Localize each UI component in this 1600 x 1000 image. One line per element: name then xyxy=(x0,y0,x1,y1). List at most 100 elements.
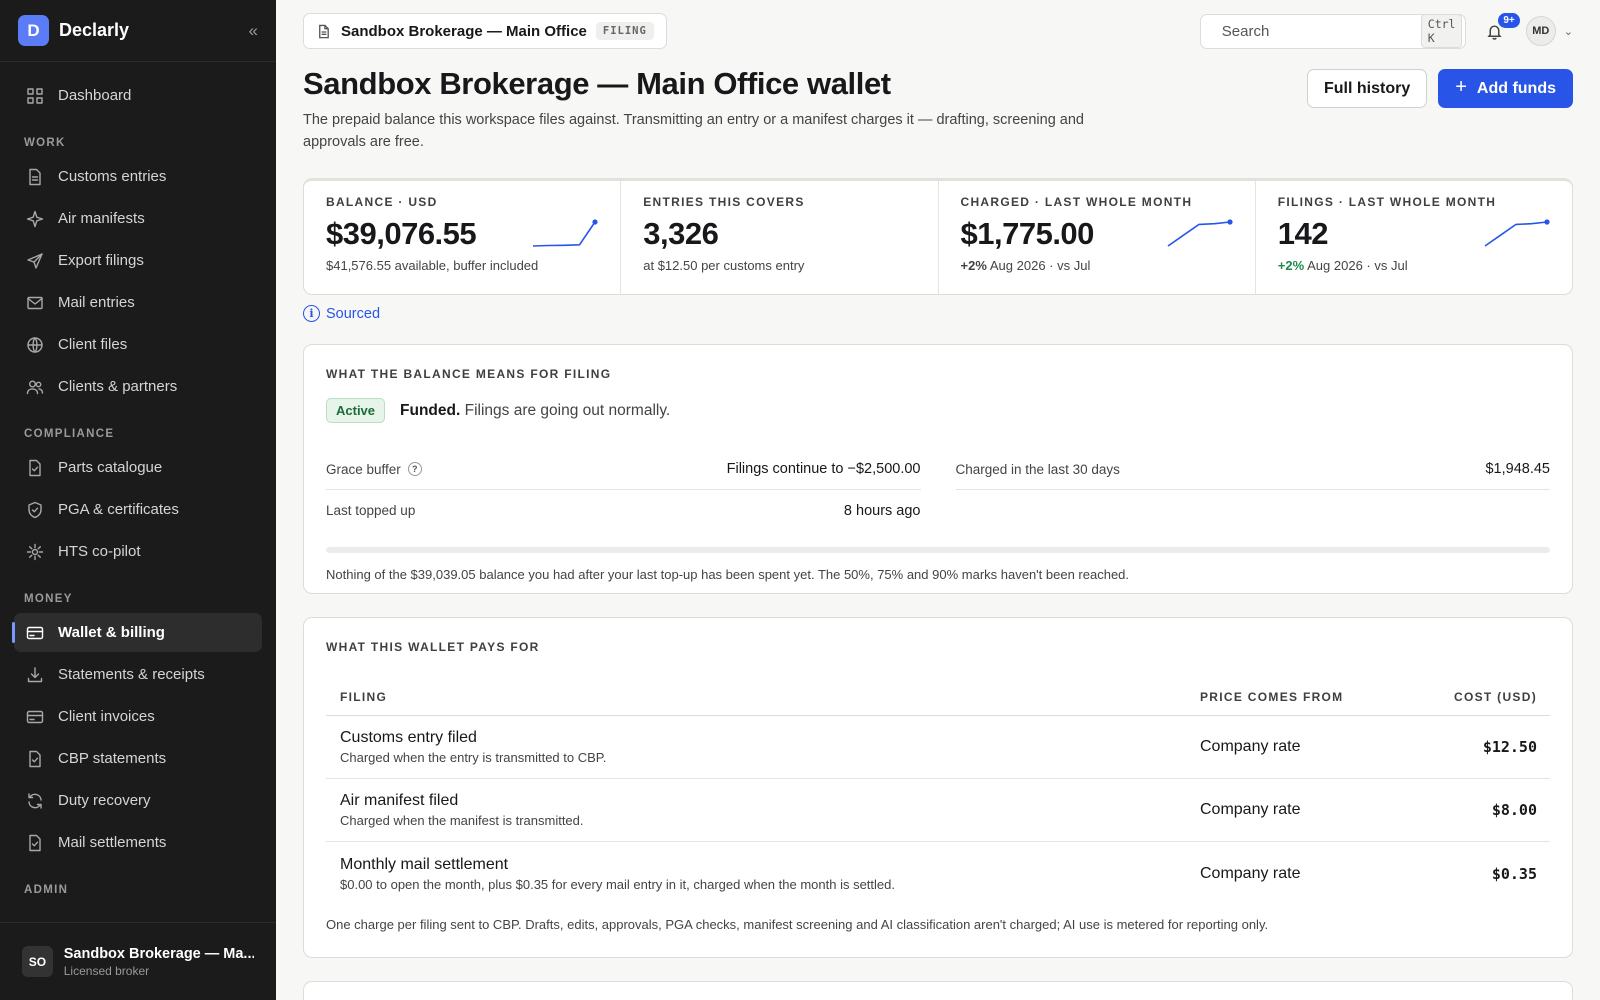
shield-icon xyxy=(26,501,44,519)
workspace-name: Sandbox Brokerage — Main Office xyxy=(341,22,587,40)
stat-label: FILINGS · LAST WHOLE MONTH xyxy=(1277,195,1497,209)
column-header-filing: FILING xyxy=(340,689,388,704)
full-history-button[interactable]: Full history xyxy=(1306,69,1428,108)
chevron-down-icon[interactable]: ⌄ xyxy=(1564,25,1573,38)
send-icon xyxy=(26,252,44,270)
sparkline xyxy=(1484,219,1550,247)
stats-strip: BALANCE · USD $39,076.55 $41,576.55 availa… xyxy=(303,178,1573,295)
sidebar-item-label: Duty recovery xyxy=(58,792,151,809)
sidebar-item-pga-and-certificates[interactable]: PGA & certificates xyxy=(14,490,262,529)
table-row: Customs entry filed Charged when the entr… xyxy=(326,716,1550,779)
workspace-switcher[interactable]: Sandbox Brokerage — Main Office FILING xyxy=(303,13,667,49)
stat-card-filings-last-whole-month: FILINGS · LAST WHOLE MONTH 142 +2% Aug 2026… xyxy=(1256,181,1572,294)
filing-description: Charged when the entry is transmitted to… xyxy=(340,750,607,765)
grace-buffer-row: Grace buffer ? Filings continue to −$2,5… xyxy=(326,449,921,490)
search-input[interactable] xyxy=(1221,22,1421,40)
stat-label: ENTRIES THIS COVERS xyxy=(643,195,805,209)
table-row: Air manifest filed Charged when the manif… xyxy=(326,779,1550,842)
sidebar-item-mail-settlements[interactable]: Mail settlements xyxy=(14,823,262,862)
users-icon xyxy=(26,378,44,396)
add-funds-button[interactable]: + Add funds xyxy=(1438,69,1573,108)
funding-status: Active Funded. Filings are going out nor… xyxy=(326,398,1550,423)
sparkle-icon xyxy=(26,210,44,228)
sidebar-item-export-filings[interactable]: Export filings xyxy=(14,241,262,280)
sidebar-section-work: WORK xyxy=(24,137,66,149)
stat-sub: $41,576.55 available, buffer included xyxy=(326,258,539,273)
sidebar-item-statements-and-receipts[interactable]: Statements & receipts xyxy=(14,655,262,694)
page-description: The prepaid balance this workspace files… xyxy=(303,112,1084,150)
filing-name: Air manifest filed xyxy=(340,792,459,809)
brand-name[interactable]: Declarly xyxy=(59,20,129,41)
account-switcher[interactable]: SO Sandbox Brokerage — Ma... Licensed br… xyxy=(0,922,276,1000)
checklist-icon xyxy=(26,750,44,768)
sparkline-endpoint xyxy=(1544,219,1550,225)
sidebar-item-cbp-statements[interactable]: CBP statements xyxy=(14,739,262,778)
checklist-icon xyxy=(26,834,44,852)
sidebar-item-client-invoices[interactable]: Client invoices xyxy=(14,697,262,736)
info-icon: i xyxy=(303,305,320,322)
sidebar-section-admin: ADMIN xyxy=(24,884,69,896)
stat-label: BALANCE · USD xyxy=(326,195,438,209)
plus-icon: + xyxy=(1455,76,1467,98)
status-badge: Active xyxy=(326,398,386,423)
metrics-left: Grace buffer ? Filings continue to −$2,5… xyxy=(326,449,921,531)
notifications-badge: 9+ xyxy=(1498,13,1520,28)
sidebar-item-mail-entries[interactable]: Mail entries xyxy=(14,283,262,322)
stat-sub: Aug 2026 · vs Jul xyxy=(989,258,1091,273)
sourced-link[interactable]: i Sourced xyxy=(303,305,380,322)
sidebar-item-parts-catalogue[interactable]: Parts catalogue xyxy=(14,448,262,487)
sidebar-item-air-manifests[interactable]: Air manifests xyxy=(14,199,262,238)
last-topped-row: Last topped up 8 hours ago xyxy=(326,490,921,531)
add-funds-label: Add funds xyxy=(1476,79,1556,97)
sparkline-line xyxy=(533,221,596,247)
account-avatar: SO xyxy=(22,946,53,977)
sidebar-item-client-files[interactable]: Client files xyxy=(14,325,262,364)
user-avatar[interactable]: MD xyxy=(1525,16,1556,46)
pays-note: One charge per filing sent to CBP. Draft… xyxy=(326,917,1269,932)
grid-icon xyxy=(26,87,44,105)
search-box[interactable]: Ctrl K xyxy=(1199,13,1466,49)
topbar: Sandbox Brokerage — Main Office FILING C… xyxy=(303,0,1573,62)
sparkline-endpoint xyxy=(592,219,598,225)
filing-cell: Customs entry filed Charged when the entr… xyxy=(326,729,1200,765)
filing-cost: $0.35 xyxy=(1491,864,1537,883)
sparkline xyxy=(533,219,598,247)
brand: D Declarly « xyxy=(0,0,276,62)
filing-name: Customs entry filed xyxy=(340,729,477,746)
sidebar-item-dashboard[interactable]: Dashboard xyxy=(14,76,262,115)
table-body: Customs entry filed Charged when the entr… xyxy=(326,716,1550,905)
sidebar-item-hts-co-pilot[interactable]: HTS co-pilot xyxy=(14,532,262,571)
filing-name: Monthly mail settlement xyxy=(340,855,509,873)
charged-30-days-value: $1,948.45 xyxy=(1485,461,1550,477)
globe-icon xyxy=(26,336,44,354)
sidebar-item-customs-entries[interactable]: Customs entries xyxy=(14,157,262,196)
sidebar-item-label: Clients & partners xyxy=(58,378,178,395)
collapse-sidebar-icon[interactable]: « xyxy=(249,21,258,41)
sidebar-item-wallet-and-billing[interactable]: Wallet & billing xyxy=(12,613,262,652)
stat-subtext: $41,576.55 available, buffer included xyxy=(326,258,598,273)
sidebar: D Declarly « Dashboard WORK Customs entrie… xyxy=(0,0,276,1000)
account-text: Sandbox Brokerage — Ma... Licensed broke… xyxy=(64,946,254,978)
sidebar-item-duty-recovery[interactable]: Duty recovery xyxy=(14,781,262,820)
notifications-button[interactable]: 9+ xyxy=(1480,13,1520,46)
main-content: Sandbox Brokerage — Main Office FILING C… xyxy=(276,0,1600,1000)
page-title: Sandbox Brokerage — Main Office wallet xyxy=(303,66,891,101)
account-role: Licensed broker xyxy=(63,963,150,978)
sidebar-item-label: Air manifests xyxy=(58,210,145,227)
sidebar-item-clients-and-partners[interactable]: Clients & partners xyxy=(14,367,262,406)
grace-buffer-value: Filings continue to −$2,500.00 xyxy=(726,461,921,477)
stat-card-charged-last-whole-month: CHARGED · LAST WHOLE MONTH $1,775.00 +2% Au… xyxy=(939,181,1256,294)
sidebar-item-label: Statements & receipts xyxy=(58,666,205,683)
brand-logo[interactable]: D xyxy=(18,15,49,46)
stat-value: 3,326 xyxy=(643,216,719,251)
sidebar-item-label: Mail settlements xyxy=(58,834,167,851)
sidebar-item-label: HTS co-pilot xyxy=(58,543,141,560)
checklist-icon xyxy=(26,459,44,477)
page-actions: Full history + Add funds xyxy=(1306,69,1573,108)
filing-cost: $12.50 xyxy=(1482,738,1537,756)
help-icon[interactable]: ? xyxy=(407,462,422,476)
status-detail: Filings are going out normally. xyxy=(460,401,671,419)
pays-card: WHAT THIS WALLET PAYS FOR FILING PRICE C… xyxy=(303,617,1573,958)
filing-cell: Air manifest filed Charged when the manif… xyxy=(326,792,1200,828)
filing-cell: Monthly mail settlement $0.00 to open the… xyxy=(326,856,1200,892)
